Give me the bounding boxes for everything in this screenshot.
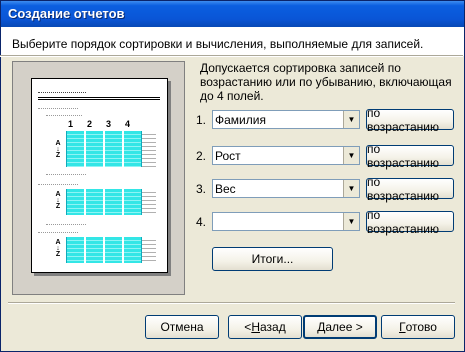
back-button[interactable]: < Назад [228,315,302,339]
divider [0,56,463,57]
sort-field-3-value: Вес [215,182,236,196]
sort-field-number-4: 4. [196,215,207,229]
preview-group-placeholder [38,227,78,233]
cancel-button[interactable]: Отмена [145,315,219,339]
sort-field-1-combo[interactable]: Фамилия ▼ [212,110,360,129]
preview-page: 1 2 3 4 A ↓ Z A ↓ Z A ↓ Z [31,78,168,273]
preview-extra-rows [142,237,156,263]
preview-rule [38,99,160,100]
sort-field-2-combo[interactable]: Рост ▼ [212,146,360,165]
back-button-hotkey: Н [251,320,260,334]
summary-button[interactable]: Итоги... [212,247,333,271]
preview-group-placeholder [38,103,78,109]
window-title: Создание отчетов [8,6,125,21]
sort-field-number-2: 2. [196,149,207,163]
preview-col-2: 2 [87,119,93,129]
instruction-text: Выберите порядок сортировки и вычисления… [12,37,424,51]
preview-group-placeholder [46,110,82,116]
preview-col-4: 4 [125,119,131,129]
preview-data-block [66,237,142,263]
preview-data-block [66,189,142,215]
sort-order-2-button[interactable]: по возрастанию [366,142,454,170]
preview-group-placeholder [46,219,86,225]
sort-order-4-button[interactable]: по возрастанию [366,208,454,236]
sort-field-2-value: Рост [215,149,241,163]
preview-col-1: 1 [68,119,74,129]
report-preview: 1 2 3 4 A ↓ Z A ↓ Z A ↓ Z [12,61,185,295]
next-button-hotkey: Д [317,320,326,334]
sort-field-number-1: 1. [196,113,207,127]
preview-col-3: 3 [106,119,112,129]
sort-order-1-button[interactable]: по возрастанию [366,106,454,134]
preview-group-placeholder [38,179,78,185]
sort-az-icon: A ↓ Z [55,239,61,258]
preview-data-block [66,131,142,167]
sort-field-1-value: Фамилия [215,113,266,127]
finish-button-label: отово [405,320,437,334]
sort-field-number-3: 3. [196,182,207,196]
back-button-prefix: < [244,320,252,334]
next-button-label: алее > [325,320,363,334]
sort-az-icon: A ↓ Z [55,140,61,159]
dropdown-arrow-icon[interactable]: ▼ [343,213,359,230]
dropdown-arrow-icon[interactable]: ▼ [343,147,359,164]
preview-extra-rows [142,189,156,215]
sort-description: Допускается сортировка записей по возрас… [200,61,452,103]
dropdown-arrow-icon[interactable]: ▼ [343,180,359,197]
title-bar[interactable]: Создание отчетов [1,1,464,27]
finish-button[interactable]: Готово [381,315,455,339]
dropdown-arrow-icon[interactable]: ▼ [343,111,359,128]
preview-title-placeholder [38,87,86,93]
divider [8,303,455,304]
preview-extra-rows [142,131,156,167]
sort-field-4-combo[interactable]: ▼ [212,212,360,231]
next-button[interactable]: Далее > [303,315,377,339]
header-panel: Выберите порядок сортировки и вычисления… [1,27,464,56]
preview-rule [38,97,160,98]
back-button-label: азад [259,320,286,334]
preview-group-placeholder [46,169,86,175]
sort-order-3-button[interactable]: по возрастанию [366,175,454,203]
sort-field-3-combo[interactable]: Вес ▼ [212,179,360,198]
sort-az-icon: A ↓ Z [55,191,61,210]
